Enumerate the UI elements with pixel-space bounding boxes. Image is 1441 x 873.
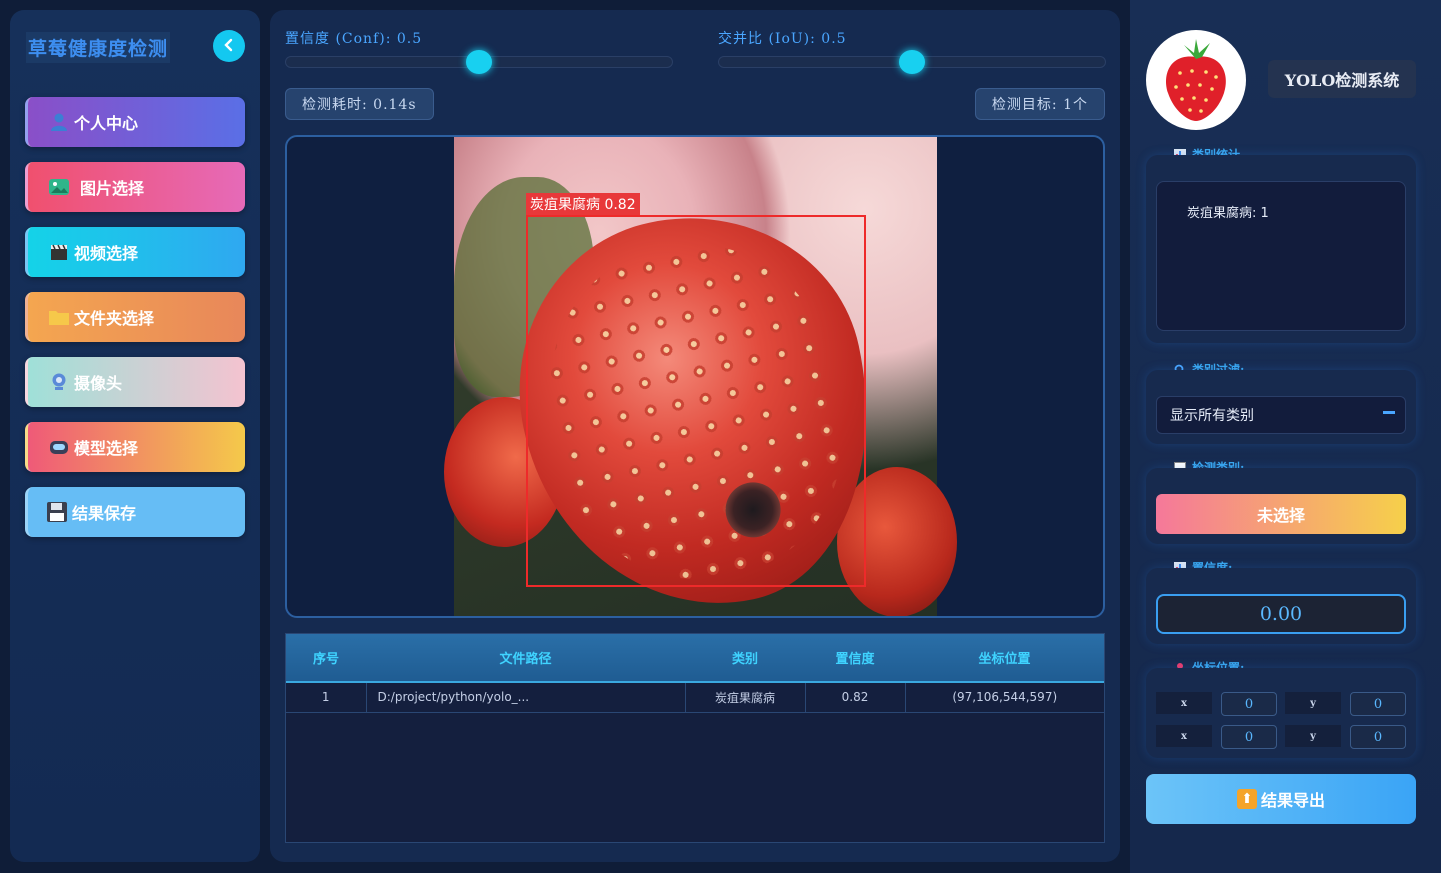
class-filter-value: 显示所有类别 bbox=[1170, 408, 1254, 424]
coord-y1-field[interactable]: 0 bbox=[1350, 692, 1406, 716]
system-title: YOLO检测系统 bbox=[1268, 60, 1416, 98]
iou-slider-thumb[interactable] bbox=[899, 50, 925, 74]
cell-index: 1 bbox=[286, 682, 367, 713]
coord-x1-label: x bbox=[1156, 692, 1212, 714]
detection-time-badge: 检测耗时: 0.14s bbox=[285, 88, 434, 120]
coordinates-card: x 0 y 0 x 0 y 0 bbox=[1146, 668, 1416, 758]
detection-box-label: 炭疽果腐病 0.82 bbox=[526, 193, 640, 215]
nav-image-select-button[interactable]: 图片选择 bbox=[25, 162, 245, 212]
detection-bounding-box bbox=[526, 215, 866, 587]
table-header-row: 序号 文件路径 类别 置信度 坐标位置 bbox=[286, 634, 1104, 683]
col-header-coordinates[interactable]: 坐标位置 bbox=[905, 634, 1104, 683]
coord-y1-label: y bbox=[1285, 692, 1341, 714]
nav-personal-center-label: 个人中心 bbox=[74, 114, 139, 133]
col-header-index[interactable]: 序号 bbox=[286, 634, 366, 683]
nav-model-select-button[interactable]: 模型选择 bbox=[25, 422, 245, 472]
iou-slider[interactable] bbox=[718, 50, 1106, 74]
nav-model-select-label: 模型选择 bbox=[74, 439, 139, 458]
webcam-icon bbox=[48, 371, 70, 393]
cell-confidence: 0.82 bbox=[805, 682, 906, 713]
nav-save-results-button[interactable]: 结果保存 bbox=[25, 487, 245, 537]
user-icon bbox=[48, 111, 70, 133]
coord-y2-label: y bbox=[1285, 725, 1341, 747]
nav-video-select-button[interactable]: 视频选择 bbox=[25, 227, 245, 277]
nav-video-select-label: 视频选择 bbox=[74, 244, 139, 263]
conf-slider-label: 置信度 (Conf): 0.5 bbox=[285, 31, 423, 47]
nav-camera-label: 摄像头 bbox=[74, 374, 123, 393]
class-stats-card: 炭疽果腐病: 1 bbox=[1146, 155, 1416, 343]
nav-folder-select-label: 文件夹选择 bbox=[74, 309, 155, 328]
detected-class-button[interactable]: 未选择 bbox=[1156, 494, 1406, 534]
nav-image-select-label: 图片选择 bbox=[80, 179, 145, 198]
cell-coordinates: (97,106,544,597) bbox=[905, 682, 1104, 713]
main-panel: 置信度 (Conf): 0.5 交并比 (IoU): 0.5 检测耗时: 0.1… bbox=[270, 10, 1120, 862]
coord-y2-field[interactable]: 0 bbox=[1350, 725, 1406, 749]
image-icon bbox=[48, 176, 70, 198]
export-results-button[interactable]: ⬆ 结果导出 bbox=[1146, 774, 1416, 824]
strawberry-logo bbox=[1146, 30, 1246, 130]
robot-icon bbox=[48, 436, 70, 458]
col-header-file-path[interactable]: 文件路径 bbox=[366, 634, 685, 683]
collapse-sidebar-button[interactable] bbox=[213, 30, 245, 62]
class-filter-select[interactable]: 显示所有类别 bbox=[1156, 396, 1406, 434]
chevron-left-icon bbox=[222, 36, 236, 57]
sidebar: 草莓健康度检测 个人中心 图片选择 视频选择 文件夹选择 摄像头 模型选择 结果… bbox=[10, 10, 260, 862]
class-stats-text: 炭疽果腐病: 1 bbox=[1156, 181, 1406, 331]
conf-slider[interactable] bbox=[285, 50, 673, 74]
dropdown-icon bbox=[1383, 411, 1395, 414]
cell-file-path: D:/project/python/yolo_... bbox=[366, 682, 686, 713]
table-row[interactable]: 1 D:/project/python/yolo_... 炭疽果腐病 0.82 … bbox=[286, 682, 1104, 713]
iou-slider-label: 交并比 (IoU): 0.5 bbox=[718, 31, 847, 47]
col-header-confidence[interactable]: 置信度 bbox=[805, 634, 905, 683]
col-header-class[interactable]: 类别 bbox=[685, 634, 805, 683]
nav-folder-select-button[interactable]: 文件夹选择 bbox=[25, 292, 245, 342]
nav-personal-center-button[interactable]: 个人中心 bbox=[25, 97, 245, 147]
class-filter-card: 显示所有类别 bbox=[1146, 370, 1416, 444]
confidence-card: 0.00 bbox=[1146, 568, 1416, 644]
folder-icon bbox=[48, 306, 70, 328]
app-title: 草莓健康度检测 bbox=[26, 32, 171, 63]
cell-class: 炭疽果腐病 bbox=[685, 682, 806, 713]
coord-x2-field[interactable]: 0 bbox=[1221, 725, 1277, 749]
clapper-icon bbox=[48, 241, 70, 263]
detected-class-card: 未选择 bbox=[1146, 468, 1416, 544]
coord-x2-label: x bbox=[1156, 725, 1212, 747]
right-panel: YOLO检测系统 类别统计 炭疽果腐病: 1 类别过滤: 显示所有类别 检测类别… bbox=[1130, 0, 1441, 873]
confidence-value: 0.00 bbox=[1156, 594, 1406, 634]
export-results-label: 结果导出 bbox=[1260, 791, 1325, 810]
nav-save-results-label: 结果保存 bbox=[72, 504, 137, 523]
detection-image-viewer: 炭疽果腐病 0.82 bbox=[285, 135, 1105, 618]
nav-camera-button[interactable]: 摄像头 bbox=[25, 357, 245, 407]
floppy-icon bbox=[46, 501, 68, 523]
upload-arrow-icon: ⬆ bbox=[1236, 789, 1257, 809]
coord-x1-field[interactable]: 0 bbox=[1221, 692, 1277, 716]
strawberry-photo: 炭疽果腐病 0.82 bbox=[444, 137, 957, 616]
detection-target-count-badge: 检测目标: 1个 bbox=[974, 88, 1105, 120]
results-table: 序号 文件路径 类别 置信度 坐标位置 1 D:/project/python/… bbox=[285, 633, 1105, 843]
conf-slider-thumb[interactable] bbox=[466, 50, 492, 74]
